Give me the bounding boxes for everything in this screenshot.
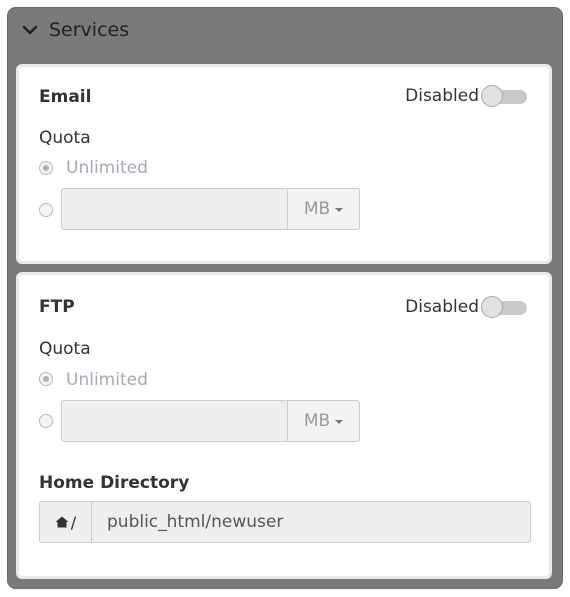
home-prefix: /: [70, 512, 77, 532]
toggle-knob: [481, 85, 503, 107]
home-directory-group: / public_html/newuser: [39, 501, 531, 543]
ftp-card: FTP Disabled Quota Unlimited MB Home Dir…: [16, 272, 552, 579]
toggle-knob: [481, 296, 503, 318]
ftp-unlimited-label: Unlimited: [66, 370, 148, 390]
ftp-quota-input-group: MB: [61, 400, 360, 442]
email-unit-dropdown[interactable]: MB: [288, 188, 360, 230]
email-title: Email: [39, 87, 92, 107]
email-custom-quota-radio[interactable]: [39, 203, 53, 217]
home-directory-addon: /: [39, 501, 92, 543]
email-quota-label: Quota: [39, 128, 91, 148]
caret-down-icon: [335, 208, 344, 212]
ftp-toggle-label: Disabled: [405, 297, 479, 317]
ftp-toggle-group: Disabled: [405, 296, 527, 318]
ftp-title: FTP: [39, 297, 75, 317]
ftp-unlimited-radio[interactable]: [39, 372, 53, 386]
email-unlimited-radio[interactable]: [39, 161, 53, 175]
email-toggle-switch[interactable]: [481, 85, 527, 107]
email-quota-input[interactable]: [61, 188, 288, 230]
ftp-toggle-switch[interactable]: [481, 296, 527, 318]
ftp-unit-dropdown[interactable]: MB: [288, 400, 360, 442]
home-directory-label: Home Directory: [39, 473, 190, 493]
ftp-quota-label: Quota: [39, 339, 91, 359]
email-toggle-group: Disabled: [405, 85, 527, 107]
services-panel: Services Email Disabled Quota Unlimited …: [7, 7, 563, 589]
email-toggle-label: Disabled: [405, 86, 479, 106]
services-header[interactable]: Services: [21, 16, 129, 44]
home-icon: [55, 516, 69, 528]
ftp-unit-label: MB: [303, 411, 331, 431]
ftp-quota-input[interactable]: [61, 400, 288, 442]
services-title: Services: [49, 19, 130, 41]
ftp-custom-quota-radio[interactable]: [39, 414, 53, 428]
caret-down-icon: [335, 420, 344, 424]
email-card: Email Disabled Quota Unlimited MB: [16, 64, 552, 264]
email-quota-input-group: MB: [61, 188, 360, 230]
chevron-down-icon[interactable]: [21, 21, 39, 39]
email-unlimited-label: Unlimited: [66, 158, 148, 178]
email-unit-label: MB: [303, 199, 331, 219]
home-directory-input[interactable]: public_html/newuser: [92, 501, 531, 543]
